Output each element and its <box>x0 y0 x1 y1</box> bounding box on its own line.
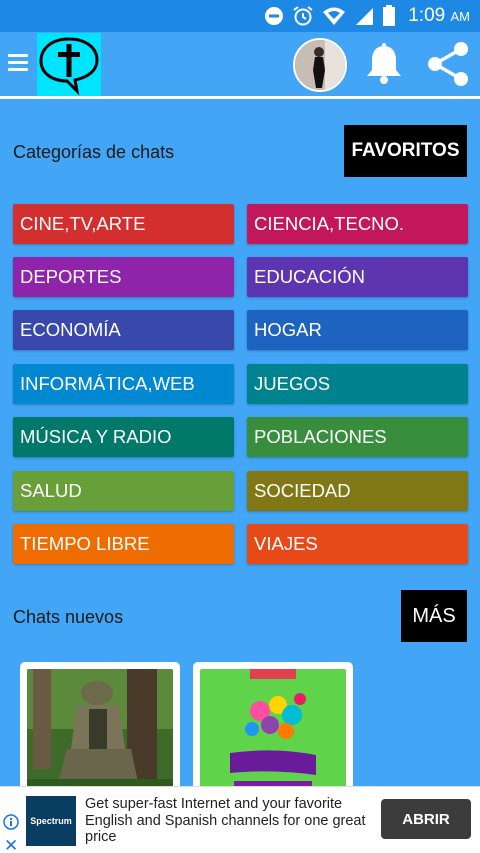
signal-icon <box>354 6 374 26</box>
chat-thumbnail-colorful <box>200 669 346 799</box>
more-button[interactable]: MÁS <box>401 590 467 642</box>
alarm-icon <box>292 5 314 27</box>
category-tiempo-libre[interactable]: TIEMPO LIBRE <box>13 524 234 564</box>
wifi-icon <box>322 6 346 26</box>
favorites-button[interactable]: FAVORITOS <box>344 125 467 177</box>
category-poblaciones[interactable]: POBLACIONES <box>247 417 468 457</box>
category-viajes[interactable]: VIAJES <box>247 524 468 564</box>
category-musica-y-radio[interactable]: MÚSICA Y RADIO <box>13 417 234 457</box>
category-sociedad[interactable]: SOCIEDAD <box>247 471 468 511</box>
category-economia[interactable]: ECONOMÍA <box>13 310 234 350</box>
hamburger-icon[interactable] <box>8 50 28 78</box>
category-deportes[interactable]: DEPORTES <box>13 257 234 297</box>
category-educacion[interactable]: EDUCACIÓN <box>247 257 468 297</box>
category-cine-tv-arte[interactable]: CINE,TV,ARTE <box>13 204 234 244</box>
do-not-disturb-icon <box>264 6 284 26</box>
cross-chat-logo[interactable] <box>37 33 101 96</box>
category-salud[interactable]: SALUD <box>13 471 234 511</box>
clock: 1:09 AM <box>408 5 470 26</box>
bell-icon[interactable] <box>365 42 403 86</box>
category-hogar[interactable]: HOGAR <box>247 310 468 350</box>
share-icon[interactable] <box>425 40 471 88</box>
ad-brand-logo: Spectrum <box>26 796 76 846</box>
ad-text: Get super-fast Internet and your favorit… <box>85 796 366 845</box>
battery-icon <box>382 5 396 27</box>
categories-title: Categorías de chats <box>13 142 175 162</box>
category-juegos[interactable]: JUEGOS <box>247 364 468 404</box>
category-informatica-web[interactable]: INFORMÁTICA,WEB <box>13 364 234 404</box>
header-divider <box>0 96 480 99</box>
status-bar: 1:09 AM <box>0 0 480 32</box>
ad-info-icon[interactable] <box>3 814 19 830</box>
chat-card[interactable] <box>20 662 180 802</box>
ad-close-icon[interactable]: ✕ <box>4 837 18 853</box>
new-chats-title: Chats nuevos <box>13 607 124 627</box>
chat-thumbnail-military <box>27 669 173 799</box>
chat-card[interactable] <box>193 662 353 802</box>
category-ciencia-tecno[interactable]: CIENCIA,TECNO. <box>247 204 468 244</box>
ad-open-button[interactable]: ABRIR <box>381 799 471 839</box>
profile-avatar[interactable] <box>293 38 347 92</box>
